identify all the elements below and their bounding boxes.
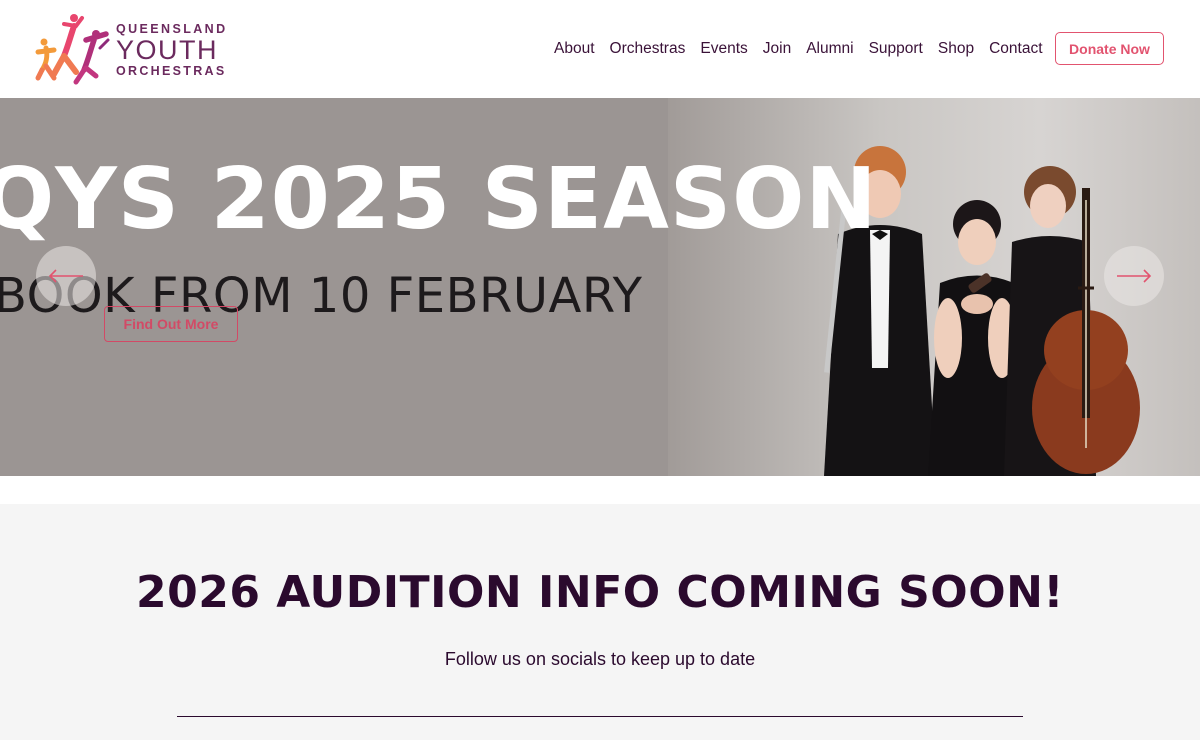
nav-item-join[interactable]: Join bbox=[755, 38, 798, 60]
nav-item-about[interactable]: About bbox=[547, 38, 603, 60]
site-header: QUEENSLAND YOUTH ORCHESTRAS About Orches… bbox=[0, 0, 1200, 98]
nav-item-support[interactable]: Support bbox=[861, 38, 930, 60]
audition-section: 2026 AUDITION INFO COMING SOON! Follow u… bbox=[0, 504, 1200, 740]
find-out-more-button[interactable]: Find Out More bbox=[104, 306, 238, 342]
hero-subtitle: BOOK FROM 10 FEBRUARY bbox=[0, 268, 643, 324]
section-divider bbox=[177, 716, 1023, 717]
arrow-left-icon bbox=[48, 269, 83, 283]
hero-title: QYS 2025 SEASON bbox=[0, 150, 878, 249]
arrow-right-icon bbox=[1117, 269, 1152, 283]
logo-line-youth: YOUTH bbox=[116, 35, 218, 65]
site-logo[interactable]: QUEENSLAND YOUTH ORCHESTRAS bbox=[34, 12, 225, 86]
carousel-next-button[interactable] bbox=[1104, 246, 1164, 306]
nav-item-orchestras[interactable]: Orchestras bbox=[602, 38, 693, 60]
audition-heading: 2026 AUDITION INFO COMING SOON! bbox=[135, 567, 1064, 618]
orchestra-logo-icon bbox=[35, 14, 110, 85]
logo-wordmark: QUEENSLAND YOUTH ORCHESTRAS bbox=[116, 22, 228, 78]
nav-item-shop[interactable]: Shop bbox=[930, 38, 981, 60]
logo-line-queensland: QUEENSLAND bbox=[116, 22, 228, 36]
hero-carousel: QYS 2025 SEASON BOOK FROM 10 FEBRUARY Fi… bbox=[0, 98, 1200, 476]
donate-button[interactable]: Donate Now bbox=[1055, 32, 1164, 65]
audition-subtext: Follow us on socials to keep up to date bbox=[444, 649, 756, 669]
carousel-prev-button[interactable] bbox=[36, 246, 96, 306]
logo-line-orchestras: ORCHESTRAS bbox=[116, 64, 227, 78]
nav-item-events[interactable]: Events bbox=[693, 38, 755, 60]
nav-item-contact[interactable]: Contact bbox=[982, 38, 1050, 60]
nav-item-alumni[interactable]: Alumni bbox=[799, 38, 861, 60]
main-nav: About Orchestras Events Join Alumni Supp… bbox=[547, 38, 1050, 60]
